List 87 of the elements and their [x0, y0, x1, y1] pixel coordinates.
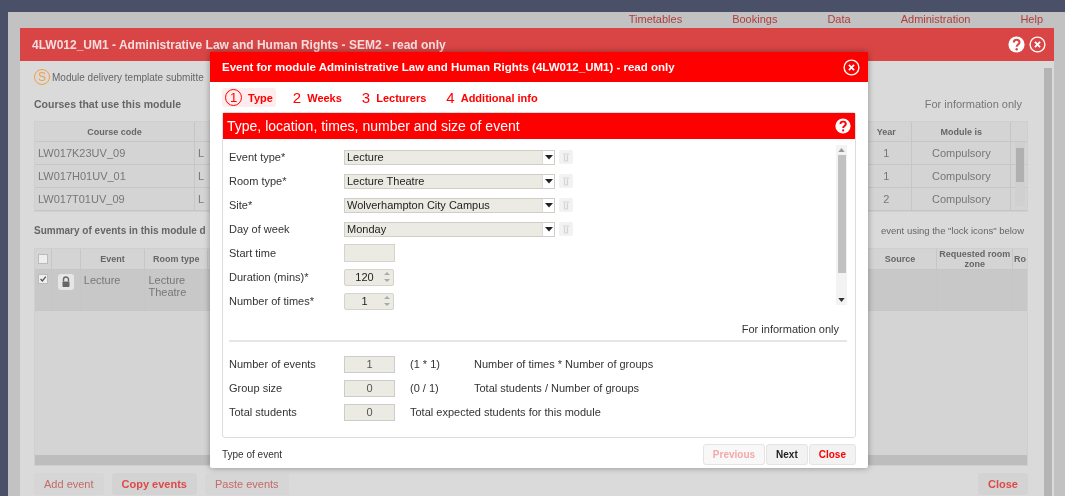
menu-item[interactable]: Timetables — [628, 12, 683, 28]
dialog-title: Event for module Administrative Law and Human Rights (4LW012_UM1) - read only — [222, 61, 676, 73]
window-title: 4LW012_UM1 - Administrative Law and Human Rights - SEM2 - read only — [32, 37, 447, 52]
arrow-up-icon[interactable] — [838, 148, 845, 152]
checkbox[interactable] — [37, 274, 48, 284]
formula-text: (1 * 1) — [410, 358, 441, 370]
step-tab[interactable]: 4 Additional info — [443, 88, 541, 107]
arrow-down-icon[interactable] — [838, 298, 845, 302]
delete-icon[interactable] — [559, 174, 573, 188]
menu-item[interactable]: Administration — [900, 12, 971, 28]
description-text: Number of times * Number of groups — [474, 358, 654, 370]
table-cell: Compulsory — [912, 142, 1012, 164]
table-cell: L — [198, 193, 205, 205]
table-cell: Compulsory — [912, 165, 1012, 187]
table-cell: Lecture Theatre — [145, 270, 209, 310]
close-button[interactable]: Close — [808, 444, 856, 465]
checkbox[interactable] — [37, 254, 48, 264]
field-label: Day of week — [229, 223, 291, 235]
readonly-field: 0 — [344, 379, 395, 397]
help-icon[interactable] — [1008, 36, 1025, 53]
dropdown[interactable]: Monday — [344, 221, 555, 237]
delete-icon[interactable] — [559, 198, 573, 212]
close-button[interactable]: Close — [978, 473, 1028, 495]
section-heading: Courses that use this module — [34, 98, 182, 110]
description-text: Total expected students for this module — [410, 406, 601, 418]
field-label: Room type* — [229, 175, 288, 187]
table-cell: Lecture — [80, 270, 146, 310]
hint-text: Type of event — [222, 449, 283, 460]
info-text: For information only — [924, 98, 1023, 110]
table-cell: LW017T01UV_09 — [35, 188, 196, 210]
field-label: Group size — [229, 382, 284, 394]
delete-icon[interactable] — [559, 150, 573, 164]
close-icon[interactable] — [1029, 36, 1046, 53]
panel-title: Type, location, times, number and size of event — [227, 118, 521, 134]
menu-item[interactable]: Bookings — [732, 12, 778, 28]
dropdown[interactable]: Lecture Theatre — [344, 173, 555, 189]
spinner-icon[interactable] — [384, 295, 390, 307]
action-button[interactable]: Copy events — [111, 473, 197, 495]
scrollbar[interactable] — [1015, 142, 1025, 206]
column-header: Ro — [1013, 253, 1027, 266]
number-field[interactable]: 120 — [344, 268, 394, 286]
description-text: Total students / Number of groups — [474, 382, 640, 394]
field-label: Start time — [229, 247, 278, 259]
column-header: Requested room zone — [937, 249, 1014, 269]
field-label: Number of times* — [229, 295, 315, 307]
close-icon[interactable] — [843, 58, 860, 76]
lock-icon[interactable] — [57, 274, 74, 290]
scrollbar[interactable] — [836, 145, 847, 305]
field-label: Number of events — [229, 358, 317, 370]
column-header: Module is — [912, 122, 1012, 141]
column-header: Room type — [145, 249, 209, 269]
delete-icon[interactable] — [559, 222, 573, 236]
field-label: Event type* — [229, 151, 287, 163]
field-label: Total students — [229, 406, 298, 418]
caret-icon[interactable] — [544, 202, 553, 208]
readonly-field: 1 — [344, 355, 395, 373]
step-tab[interactable]: 3 Lecturers — [358, 88, 430, 107]
table-cell: L — [198, 170, 205, 182]
input-field[interactable] — [344, 244, 395, 262]
dropdown[interactable]: Lecture — [344, 149, 555, 165]
step-tab[interactable]: 1 Type — [222, 88, 276, 107]
step-tab[interactable]: 2 Weeks — [289, 88, 345, 107]
menu-item[interactable]: Help — [1020, 12, 1043, 28]
caret-icon[interactable] — [544, 178, 553, 184]
column-header: Course code — [35, 122, 196, 141]
column-header: Event — [80, 249, 146, 269]
field-label: Site* — [229, 199, 254, 211]
spinner-icon[interactable] — [384, 271, 390, 283]
scrollbar[interactable] — [1044, 68, 1052, 496]
section-heading: Summary of events in this module d — [34, 224, 206, 236]
caret-icon[interactable] — [544, 154, 553, 160]
notice-text: Module delivery template submitte — [52, 71, 204, 83]
table-cell: LW017H01UV_01 — [35, 165, 196, 187]
number-field[interactable]: 1 — [344, 292, 394, 310]
dropdown[interactable]: Wolverhampton City Campus — [344, 197, 555, 213]
table-cell: L — [198, 147, 205, 159]
info-text: For information only — [229, 312, 847, 342]
readonly-field: 0 — [344, 403, 395, 421]
hint-text: event using the "lock icons" below — [881, 224, 1025, 236]
help-icon[interactable] — [835, 118, 851, 134]
table-cell: LW017K23UV_09 — [35, 142, 196, 164]
nav-button[interactable]: Next — [766, 444, 808, 465]
field-label: Duration (mins)* — [229, 271, 310, 283]
menu-item[interactable]: Data — [827, 12, 851, 28]
table-cell: Compulsory — [912, 188, 1012, 210]
caret-icon[interactable] — [544, 226, 553, 232]
formula-text: (0 / 1) — [410, 382, 440, 394]
